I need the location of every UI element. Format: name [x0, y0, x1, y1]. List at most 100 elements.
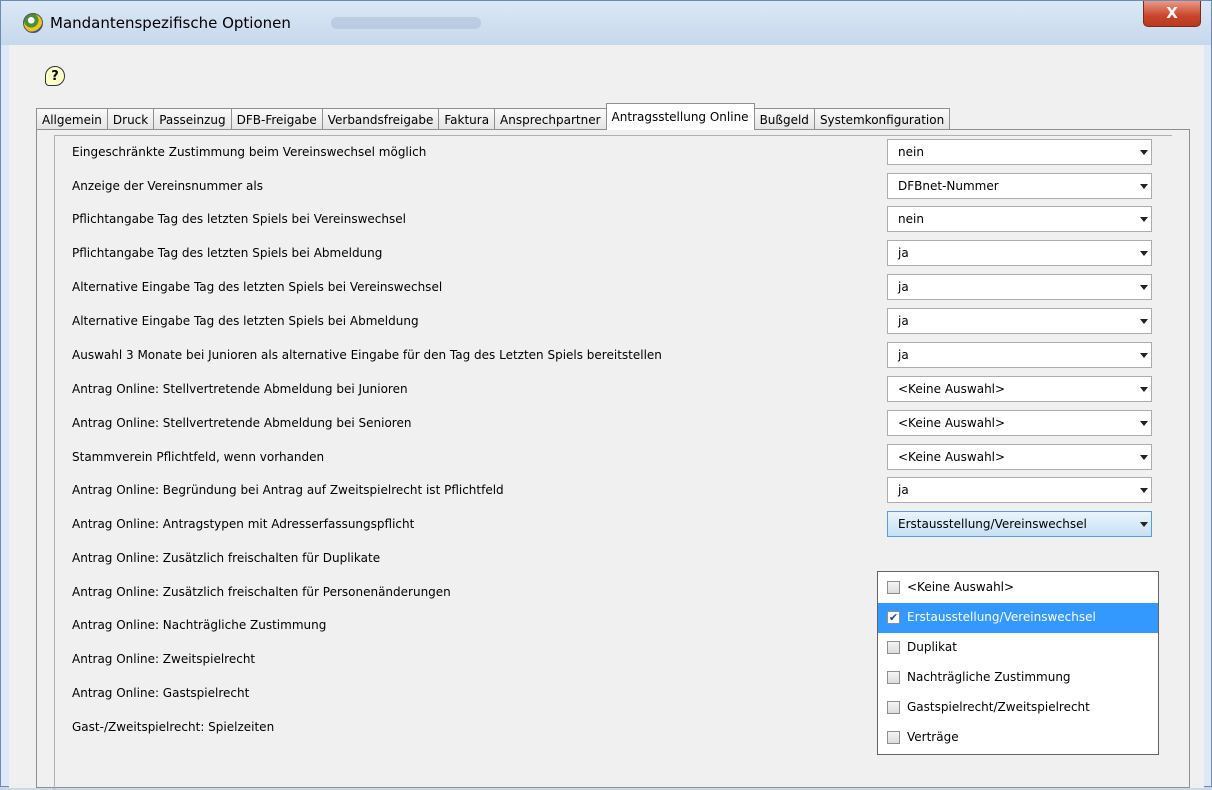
option-select[interactable]: <Keine Auswahl>: [887, 444, 1152, 470]
tab-systemkonfiguration[interactable]: Systemkonfiguration: [813, 108, 951, 130]
option-label: Antrag Online: Zusätzlich freischalten f…: [72, 551, 381, 565]
option-row: Pflichtangabe Tag des letzten Spiels bei…: [55, 237, 1173, 271]
option-select[interactable]: ja: [887, 342, 1152, 368]
tab-bußgeld[interactable]: Bußgeld: [753, 108, 815, 130]
dropdown-option-label: Gastspielrecht/Zweitspielrecht: [907, 700, 1090, 714]
app-logo-icon: [23, 13, 43, 33]
option-label: Antrag Online: Stellvertretende Abmeldun…: [72, 416, 412, 430]
option-select[interactable]: Erstausstellung/Vereinswechsel: [887, 511, 1152, 537]
chevron-down-icon[interactable]: [1140, 488, 1148, 493]
option-select[interactable]: <Keine Auswahl>: [887, 376, 1152, 402]
option-label: Antrag Online: Gastspielrecht: [72, 686, 250, 700]
option-row: Stammverein Pflichtfeld, wenn vorhanden <…: [55, 441, 1173, 475]
tab-druck[interactable]: Druck: [106, 108, 155, 130]
tab-passeinzug[interactable]: Passeinzug: [153, 108, 232, 130]
title-bar[interactable]: Mandantenspezifische Optionen X: [1, 1, 1211, 45]
option-select-value: <Keine Auswahl>: [898, 382, 1006, 396]
option-label: Gast-/Zweitspielrecht: Spielzeiten: [72, 720, 275, 734]
tab-bar: Allgemein Druck Passeinzug DFB-Freigabe Verb…: [36, 103, 951, 130]
adresserfassung-dropdown-list: <Keine Auswahl> ✔ Erstausstellung/Vereinsw…: [877, 571, 1159, 755]
dropdown-option[interactable]: <Keine Auswahl>: [878, 573, 1158, 603]
option-select[interactable]: ja: [887, 274, 1152, 300]
close-button[interactable]: X: [1143, 1, 1201, 27]
chevron-down-icon[interactable]: [1140, 353, 1148, 358]
checkbox[interactable]: [887, 641, 900, 654]
option-label: Antrag Online: Zweitspielrecht: [72, 652, 256, 666]
chevron-down-icon[interactable]: [1140, 387, 1148, 392]
option-row: Antrag Online: Begründung bei Antrag auf…: [55, 474, 1173, 508]
option-select-value: nein: [898, 212, 924, 226]
tab-dfb-freigabe[interactable]: DFB-Freigabe: [230, 108, 323, 130]
checkbox[interactable]: [887, 731, 900, 744]
option-label: Pflichtangabe Tag des letzten Spiels bei…: [72, 246, 383, 260]
option-row: Anzeige der Vereinsnummer als DFBnet-Numm…: [55, 170, 1173, 204]
option-label: Antrag Online: Nachträgliche Zustimmung: [72, 618, 327, 632]
dropdown-option[interactable]: Verträge: [878, 723, 1158, 753]
option-select-value: ja: [898, 348, 909, 362]
option-label: Eingeschränkte Zustimmung beim Vereinswe…: [72, 145, 427, 159]
dropdown-option-label: Nachträgliche Zustimmung: [907, 670, 1071, 684]
option-row: Pflichtangabe Tag des letzten Spiels bei…: [55, 203, 1173, 237]
option-label: Antrag Online: Begründung bei Antrag auf…: [72, 483, 504, 497]
option-select-value: Erstausstellung/Vereinswechsel: [898, 517, 1087, 531]
option-row: Antrag Online: Antragstypen mit Adresser…: [55, 508, 1173, 542]
window-title: Mandantenspezifische Optionen: [50, 14, 291, 32]
title-blur-area: [331, 17, 481, 29]
option-select[interactable]: DFBnet-Nummer: [887, 173, 1152, 199]
option-select-value: <Keine Auswahl>: [898, 416, 1006, 430]
option-select-value: nein: [898, 145, 924, 159]
option-row: Alternative Eingabe Tag des letzten Spie…: [55, 271, 1173, 305]
option-select-value: ja: [898, 314, 909, 328]
chevron-down-icon[interactable]: [1140, 319, 1148, 324]
tab-antragsstellung-online[interactable]: Antragsstellung Online: [605, 103, 755, 130]
chevron-down-icon[interactable]: [1140, 251, 1148, 256]
option-row: Antrag Online: Stellvertretende Abmeldun…: [55, 373, 1173, 407]
option-select[interactable]: ja: [887, 240, 1152, 266]
dropdown-option-label: Erstausstellung/Vereinswechsel: [907, 610, 1096, 624]
checkbox[interactable]: [887, 671, 900, 684]
dropdown-option[interactable]: Nachträgliche Zustimmung: [878, 663, 1158, 693]
chevron-down-icon[interactable]: [1140, 455, 1148, 460]
checkbox[interactable]: ✔: [887, 611, 900, 624]
option-select-value: <Keine Auswahl>: [898, 450, 1006, 464]
option-label: Pflichtangabe Tag des letzten Spiels bei…: [72, 212, 406, 226]
option-select-value: ja: [898, 483, 909, 497]
option-select[interactable]: ja: [887, 477, 1152, 503]
dropdown-option-label: Duplikat: [907, 640, 957, 654]
option-label: Alternative Eingabe Tag des letzten Spie…: [72, 314, 419, 328]
chevron-down-icon[interactable]: [1140, 150, 1148, 155]
option-label: Alternative Eingabe Tag des letzten Spie…: [72, 280, 443, 294]
option-row: Antrag Online: Stellvertretende Abmeldun…: [55, 407, 1173, 441]
dropdown-option[interactable]: Gastspielrecht/Zweitspielrecht: [878, 693, 1158, 723]
tab-allgemein[interactable]: Allgemein: [36, 108, 108, 130]
chevron-down-icon[interactable]: [1140, 522, 1148, 527]
tab-ansprechpartner[interactable]: Ansprechpartner: [494, 108, 607, 130]
option-row: Auswahl 3 Monate bei Junioren als altern…: [55, 339, 1173, 373]
option-select-value: DFBnet-Nummer: [898, 179, 999, 193]
option-select[interactable]: <Keine Auswahl>: [887, 410, 1152, 436]
chevron-down-icon[interactable]: [1140, 421, 1148, 426]
option-label: Anzeige der Vereinsnummer als: [72, 179, 263, 193]
chevron-down-icon[interactable]: [1140, 285, 1148, 290]
tab-verbandsfreigabe[interactable]: Verbandsfreigabe: [321, 108, 440, 130]
option-select-value: ja: [898, 280, 909, 294]
help-icon[interactable]: ?: [45, 66, 65, 86]
option-select-value: ja: [898, 246, 909, 260]
dropdown-option[interactable]: Duplikat: [878, 633, 1158, 663]
option-row: Eingeschränkte Zustimmung beim Vereinswe…: [55, 136, 1173, 170]
option-select[interactable]: nein: [887, 206, 1152, 232]
option-label: Antrag Online: Zusätzlich freischalten f…: [72, 585, 451, 599]
chevron-down-icon[interactable]: [1140, 217, 1148, 222]
option-select[interactable]: ja: [887, 308, 1152, 334]
tab-faktura[interactable]: Faktura: [438, 108, 496, 130]
option-label: Stammverein Pflichtfeld, wenn vorhanden: [72, 450, 325, 464]
dropdown-option-label: <Keine Auswahl>: [907, 580, 1015, 594]
checkbox[interactable]: [887, 701, 900, 714]
dropdown-option-label: Verträge: [907, 730, 959, 744]
checkbox[interactable]: [887, 581, 900, 594]
chevron-down-icon[interactable]: [1140, 184, 1148, 189]
dropdown-option[interactable]: ✔ Erstausstellung/Vereinswechsel: [878, 603, 1158, 633]
option-row: Alternative Eingabe Tag des letzten Spie…: [55, 305, 1173, 339]
option-select[interactable]: nein: [887, 139, 1152, 165]
option-label: Auswahl 3 Monate bei Junioren als altern…: [72, 348, 662, 362]
